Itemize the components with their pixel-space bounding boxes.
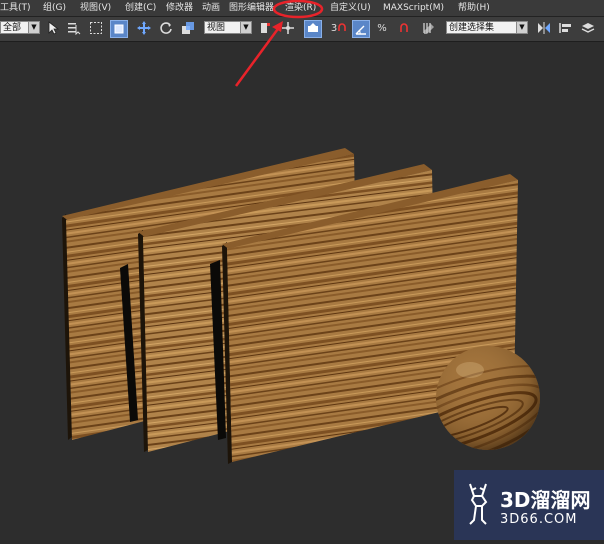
- menu-help[interactable]: 帮助(H): [458, 2, 490, 14]
- menu-tools[interactable]: 工具(T): [0, 2, 31, 14]
- select-by-name-icon[interactable]: [66, 20, 82, 36]
- select-object-icon[interactable]: [46, 20, 62, 36]
- select-scale-icon[interactable]: [180, 20, 196, 36]
- named-selection-set-value: 创建选择集: [449, 23, 495, 33]
- chevron-down-icon: ▼: [240, 22, 251, 33]
- viewport-render: [62, 148, 540, 464]
- window-crossing-icon[interactable]: [110, 20, 128, 38]
- mirror-icon[interactable]: [536, 20, 552, 36]
- 3dsmax-window: 工具(T) 组(G) 视图(V) 创建(C) 修改器 动画 图形编辑器 渲染(R…: [0, 0, 604, 540]
- menu-animation[interactable]: 动画: [202, 2, 220, 14]
- pivot-center-icon[interactable]: [258, 20, 274, 36]
- menu-graph-editors[interactable]: 图形编辑器: [229, 2, 274, 14]
- angle-snap-icon[interactable]: [352, 20, 370, 38]
- keyboard-shortcut-override-icon[interactable]: [304, 20, 322, 38]
- menu-rendering[interactable]: 渲染(R): [285, 2, 316, 14]
- reference-coordinate-value: 视图: [207, 23, 226, 33]
- main-toolbar: 全部 ▼ 视图 ▼ 3 % 创建选择集 ▼: [0, 17, 604, 42]
- snaps-toggle-icon[interactable]: 3: [328, 20, 350, 36]
- menu-create[interactable]: 创建(C): [125, 2, 156, 14]
- watermark-subtitle: 3D66.COM: [500, 512, 578, 527]
- layer-manager-icon[interactable]: [580, 20, 596, 36]
- menu-group[interactable]: 组(G): [43, 2, 66, 14]
- perspective-viewport[interactable]: [0, 42, 604, 540]
- edit-named-selection-icon[interactable]: [420, 20, 436, 36]
- select-manipulate-icon[interactable]: [280, 20, 296, 36]
- rectangular-selection-icon[interactable]: [88, 20, 104, 36]
- watermark-title: 3D溜溜网: [500, 488, 591, 512]
- selection-filter-dropdown[interactable]: 全部 ▼: [0, 21, 40, 34]
- menu-maxscript[interactable]: MAXScript(M): [383, 2, 444, 14]
- select-move-icon[interactable]: [136, 20, 152, 36]
- chevron-down-icon: ▼: [516, 22, 527, 33]
- align-icon[interactable]: [558, 20, 574, 36]
- menu-bar: 工具(T) 组(G) 视图(V) 创建(C) 修改器 动画 图形编辑器 渲染(R…: [0, 0, 604, 17]
- percent-snap-icon[interactable]: %: [374, 20, 390, 36]
- spinner-snap-icon[interactable]: [396, 20, 412, 36]
- deer-logo-icon: [469, 483, 488, 525]
- menu-views[interactable]: 视图(V): [80, 2, 111, 14]
- menu-modifiers[interactable]: 修改器: [166, 2, 193, 14]
- reference-coordinate-dropdown[interactable]: 视图 ▼: [204, 21, 252, 34]
- selection-filter-value: 全部: [3, 23, 22, 33]
- select-rotate-icon[interactable]: [158, 20, 174, 36]
- menu-customize[interactable]: 自定义(U): [330, 2, 371, 14]
- chevron-down-icon: ▼: [28, 22, 39, 33]
- named-selection-set-dropdown[interactable]: 创建选择集 ▼: [446, 21, 528, 34]
